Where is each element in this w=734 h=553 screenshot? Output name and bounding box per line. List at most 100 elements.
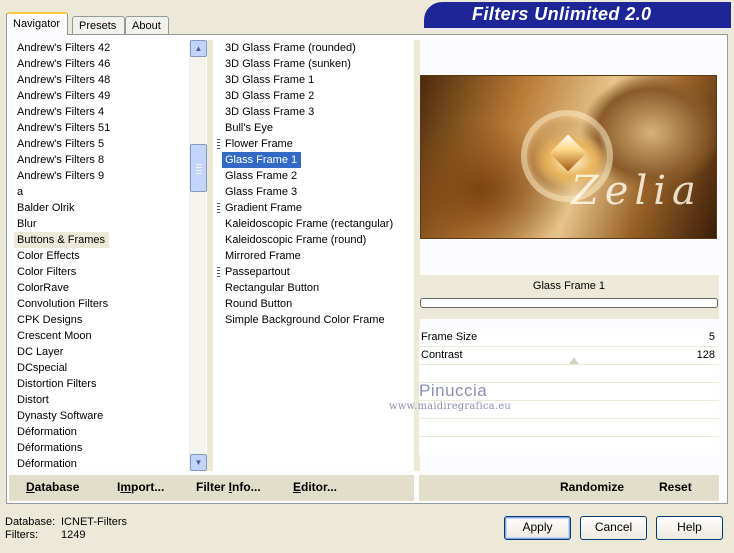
filter-item[interactable]: 3D Glass Frame 1 xyxy=(222,72,318,88)
filter-item[interactable]: 3D Glass Frame 2 xyxy=(222,88,318,104)
filter-item[interactable]: Rectangular Button xyxy=(222,280,323,296)
filter-item[interactable]: Mirrored Frame xyxy=(222,248,305,264)
category-item[interactable]: DCspecial xyxy=(14,360,71,376)
filter-name-panel: Glass Frame 1 xyxy=(419,275,719,319)
category-item[interactable]: Andrew's Filters 46 xyxy=(14,56,114,72)
category-item[interactable]: Dynasty Software xyxy=(14,408,107,424)
category-item[interactable]: Andrew's Filters 49 xyxy=(14,88,114,104)
category-item[interactable]: Andrew's Filters 5 xyxy=(14,136,108,152)
preview-script-text: Zelia xyxy=(571,168,702,214)
scroll-thumb[interactable] xyxy=(190,144,207,192)
param-empty-row xyxy=(419,383,719,401)
category-item[interactable]: a xyxy=(14,184,27,200)
filter-list[interactable]: 3D Glass Frame (rounded) 3D Glass Frame (… xyxy=(213,40,414,471)
filter-item[interactable]: Glass Frame 1 xyxy=(222,152,302,168)
category-item[interactable]: Distortion Filters xyxy=(14,376,100,392)
reset-button[interactable]: Reset xyxy=(659,480,692,494)
database-button[interactable]: Database xyxy=(26,480,79,494)
apply-button[interactable]: Apply xyxy=(504,516,571,540)
status-label: Filters: xyxy=(5,529,38,541)
category-item[interactable]: Blur xyxy=(14,216,41,232)
filter-item[interactable]: Bull's Eye xyxy=(222,120,277,136)
filter-item[interactable]: 3D Glass Frame 3 xyxy=(222,104,318,120)
category-item[interactable]: Crescent Moon xyxy=(14,328,96,344)
filter-item[interactable]: Glass Frame 3 xyxy=(222,184,301,200)
filter-item-label: Round Button xyxy=(225,298,293,310)
filter-item[interactable]: Kaleidoscopic Frame (round) xyxy=(222,232,370,248)
filter-item-label: Passepartout xyxy=(225,266,290,278)
filter-item-label: Gradient Frame xyxy=(225,202,303,214)
group-grip-icon xyxy=(217,139,220,150)
category-item[interactable]: Déformations xyxy=(14,440,86,456)
category-item[interactable]: Andrew's Filters 51 xyxy=(14,120,114,136)
category-item[interactable]: Andrew's Filters 48 xyxy=(14,72,114,88)
category-item[interactable]: Andrew's Filters 42 xyxy=(14,40,114,56)
editor-button[interactable]: Editor... xyxy=(293,480,337,494)
param-value: 5 xyxy=(708,331,715,343)
preview-image: Zelia xyxy=(420,75,717,239)
filter-item-label: Glass Frame 1 xyxy=(225,154,298,166)
parameter-panel: Frame Size 5 Contrast 128 xyxy=(419,329,719,455)
filter-item-label: Kaleidoscopic Frame (rectangular) xyxy=(225,218,394,230)
category-item[interactable]: CPK Designs xyxy=(14,312,86,328)
progress-bar xyxy=(420,298,718,308)
param-empty-row xyxy=(419,365,719,383)
filter-item-label: Simple Background Color Frame xyxy=(225,314,385,326)
filter-item[interactable]: Gradient Frame xyxy=(222,200,306,216)
filter-info-button[interactable]: Filter Info... xyxy=(196,480,261,494)
bottom-toolbar-right: Randomize Reset xyxy=(419,475,719,501)
category-item[interactable]: Déformation xyxy=(14,424,81,440)
filter-item-label: 3D Glass Frame (rounded) xyxy=(225,42,356,54)
filter-item-label: Kaleidoscopic Frame (round) xyxy=(225,234,367,246)
scroll-down-button[interactable]: ▼ xyxy=(190,454,207,471)
status-label: Database: xyxy=(5,516,56,528)
param-label: Frame Size xyxy=(421,331,478,343)
filter-item[interactable]: Round Button xyxy=(222,296,296,312)
scroll-up-button[interactable]: ▲ xyxy=(190,40,207,57)
category-item[interactable]: Buttons & Frames xyxy=(14,232,110,248)
category-item[interactable]: Color Effects xyxy=(14,248,84,264)
category-list[interactable]: Andrew's Filters 42 Andrew's Filters 46 An… xyxy=(14,40,189,471)
category-item[interactable]: Andrew's Filters 9 xyxy=(14,168,108,184)
title-banner: Filters Unlimited 2.0 xyxy=(424,2,731,28)
category-item[interactable]: Déformation xyxy=(14,456,81,471)
param-empty-row xyxy=(419,437,719,455)
filter-item-label: Flower Frame xyxy=(225,138,293,150)
param-empty-row xyxy=(419,401,719,419)
import-button[interactable]: Import... xyxy=(117,480,164,494)
param-contrast[interactable]: Contrast 128 xyxy=(419,347,719,365)
category-item[interactable]: Convolution Filters xyxy=(14,296,112,312)
filter-item-label: 3D Glass Frame 2 xyxy=(225,90,315,102)
category-item[interactable]: ColorRave xyxy=(14,280,73,296)
filter-item[interactable]: Glass Frame 2 xyxy=(222,168,301,184)
category-item[interactable]: Distort xyxy=(14,392,53,408)
filter-item[interactable]: Flower Frame xyxy=(222,136,297,152)
group-grip-icon xyxy=(217,267,220,278)
filter-item-label: 3D Glass Frame (sunken) xyxy=(225,58,351,70)
filter-item-label: 3D Glass Frame 3 xyxy=(225,106,315,118)
category-scrollbar[interactable]: ▲ ▼ xyxy=(189,40,207,471)
filter-item-label: Rectangular Button xyxy=(225,282,320,294)
filter-item-label: Glass Frame 3 xyxy=(225,186,298,198)
filter-item[interactable]: Simple Background Color Frame xyxy=(222,312,389,328)
category-item[interactable]: Andrew's Filters 8 xyxy=(14,152,108,168)
param-frame-size[interactable]: Frame Size 5 xyxy=(419,329,719,347)
slider-indicator xyxy=(569,357,579,364)
help-button[interactable]: Help xyxy=(656,516,723,540)
cancel-button[interactable]: Cancel xyxy=(580,516,647,540)
category-item[interactable]: DC Layer xyxy=(14,344,67,360)
category-item[interactable]: Andrew's Filters 4 xyxy=(14,104,108,120)
filter-item[interactable]: Kaleidoscopic Frame (rectangular) xyxy=(222,216,397,232)
filter-item-label: Mirrored Frame xyxy=(225,250,301,262)
category-item[interactable]: Color Filters xyxy=(14,264,80,280)
randomize-button[interactable]: Randomize xyxy=(560,480,624,494)
status-filters: Filters: 1249 xyxy=(5,529,85,542)
tab-about[interactable]: About xyxy=(125,16,169,35)
tab-navigator[interactable]: Navigator xyxy=(6,12,68,35)
tab-presets[interactable]: Presets xyxy=(72,16,125,35)
filter-item[interactable]: Passepartout xyxy=(222,264,294,280)
filter-item-label: Glass Frame 2 xyxy=(225,170,298,182)
category-item[interactable]: Balder Olrik xyxy=(14,200,78,216)
filter-item[interactable]: 3D Glass Frame (sunken) xyxy=(222,56,355,72)
filter-item[interactable]: 3D Glass Frame (rounded) xyxy=(222,40,360,56)
